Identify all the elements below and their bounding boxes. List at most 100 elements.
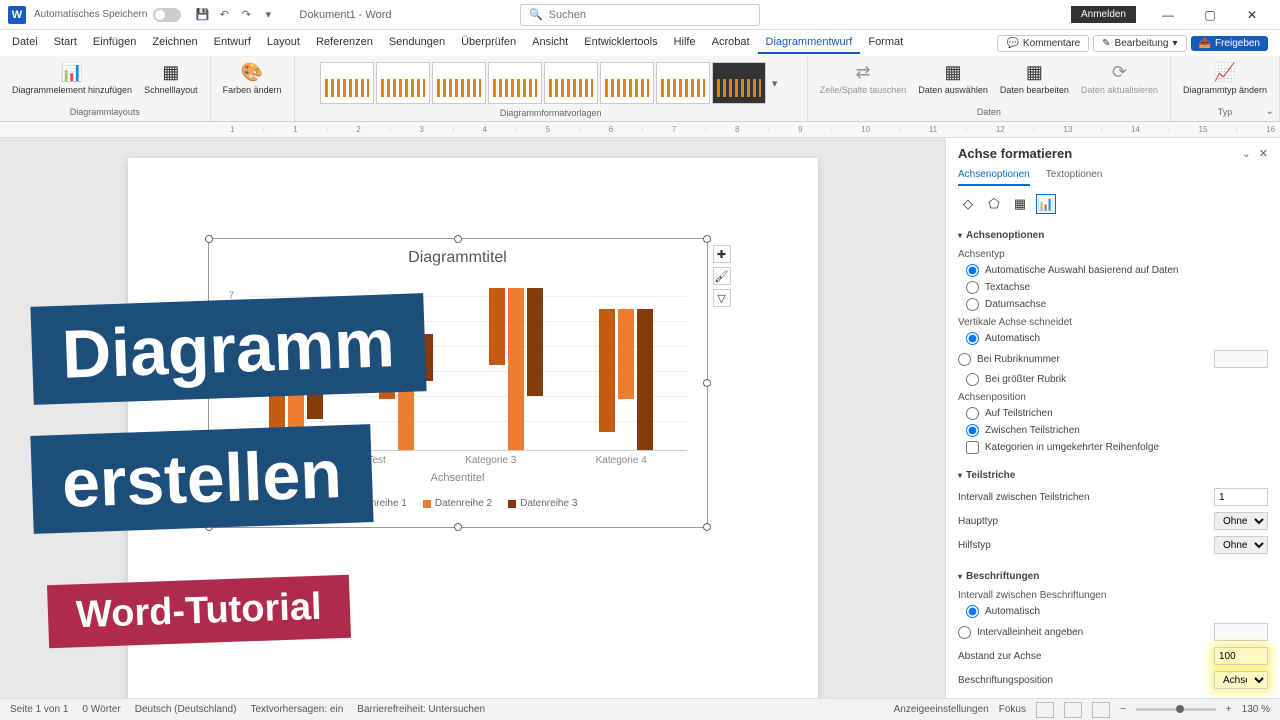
autosave-toggle[interactable] bbox=[153, 8, 181, 22]
menu-tab-entwurf[interactable]: Entwurf bbox=[206, 32, 259, 54]
select-data-button[interactable]: ▦Daten auswählen bbox=[914, 58, 992, 98]
gallery-more-icon[interactable]: ▾ bbox=[768, 77, 782, 90]
resize-handle[interactable] bbox=[454, 235, 462, 243]
search-input[interactable] bbox=[549, 9, 751, 21]
signin-button[interactable]: Anmelden bbox=[1071, 6, 1136, 23]
resize-handle[interactable] bbox=[205, 235, 213, 243]
section-labels[interactable]: Beschriftungen bbox=[958, 567, 1268, 586]
menu-tab-acrobat[interactable]: Acrobat bbox=[704, 32, 758, 54]
radio-auto-data[interactable] bbox=[966, 264, 979, 277]
input-label-unit[interactable] bbox=[1214, 623, 1268, 641]
focus-mode[interactable]: Fokus bbox=[999, 704, 1026, 715]
close-icon[interactable]: ✕ bbox=[1232, 1, 1272, 29]
x-axis-labels[interactable]: TestKategorie 3Kategorie 4 bbox=[249, 455, 687, 466]
menu-tab-entwicklertools[interactable]: Entwicklertools bbox=[576, 32, 665, 54]
section-ticks[interactable]: Teilstriche bbox=[958, 466, 1268, 485]
menu-tab-ansicht[interactable]: Ansicht bbox=[524, 32, 576, 54]
ruler[interactable]: 1·1·2·3·4·5·6·7·8·9·10·11·12·13·14·15·16 bbox=[0, 122, 1280, 138]
radio-cross-max[interactable] bbox=[966, 373, 979, 386]
resize-handle[interactable] bbox=[703, 523, 711, 531]
chart-filters-icon[interactable]: ▽ bbox=[713, 289, 731, 307]
zoom-in-icon[interactable]: + bbox=[1226, 704, 1232, 715]
status-page[interactable]: Seite 1 von 1 bbox=[10, 704, 68, 715]
radio-cross-auto[interactable] bbox=[966, 332, 979, 345]
change-colors-button[interactable]: 🎨Farben ändern bbox=[219, 58, 286, 98]
chart-title[interactable]: Diagrammtitel bbox=[209, 239, 707, 271]
comments-button[interactable]: 💬 Kommentare bbox=[997, 35, 1089, 52]
chart-plot-area[interactable]: fgdsgf 7 6 bbox=[249, 271, 687, 451]
switch-row-column-button[interactable]: ⇄Zeile/Spalte tauschen bbox=[816, 58, 911, 98]
chart-legend[interactable]: Datenreihe 1Datenreihe 2Datenreihe 3 bbox=[209, 498, 707, 509]
menu-tab-einfügen[interactable]: Einfügen bbox=[85, 32, 144, 54]
resize-handle[interactable] bbox=[703, 379, 711, 387]
radio-label-specify[interactable] bbox=[958, 626, 971, 639]
input-tick-interval[interactable] bbox=[1214, 488, 1268, 506]
radio-label-auto[interactable] bbox=[966, 605, 979, 618]
status-predictions[interactable]: Textvorhersagen: ein bbox=[250, 704, 343, 715]
radio-cross-category[interactable] bbox=[958, 353, 971, 366]
resize-handle[interactable] bbox=[205, 523, 213, 531]
effects-icon[interactable]: ⬠ bbox=[984, 194, 1004, 214]
select-label-position[interactable]: Achsennah bbox=[1214, 671, 1268, 689]
search-box[interactable]: 🔍 bbox=[520, 4, 760, 26]
radio-date-axis[interactable] bbox=[966, 298, 979, 311]
menu-tab-start[interactable]: Start bbox=[46, 32, 85, 54]
radio-between-ticks[interactable] bbox=[966, 424, 979, 437]
menu-tab-überprüfen[interactable]: Überprüfen bbox=[453, 32, 524, 54]
fill-line-icon[interactable]: ◇ bbox=[958, 194, 978, 214]
input-distance-to-axis[interactable] bbox=[1214, 647, 1268, 665]
chart-style-thumb[interactable] bbox=[712, 62, 766, 104]
status-accessibility[interactable]: Barrierefreiheit: Untersuchen bbox=[357, 704, 485, 715]
size-props-icon[interactable]: ▦ bbox=[1010, 194, 1030, 214]
select-major-type[interactable]: Ohne bbox=[1214, 512, 1268, 530]
maximize-icon[interactable]: ▢ bbox=[1190, 1, 1230, 29]
chart-style-thumb[interactable] bbox=[544, 62, 598, 104]
input-category-number[interactable] bbox=[1214, 350, 1268, 368]
chart-elements-icon[interactable]: ✚ bbox=[713, 245, 731, 263]
edit-data-button[interactable]: ▦Daten bearbeiten bbox=[996, 58, 1073, 98]
status-words[interactable]: 0 Wörter bbox=[82, 704, 120, 715]
change-chart-type-button[interactable]: 📈Diagrammtyp ändern bbox=[1179, 58, 1271, 98]
collapse-ribbon-icon[interactable]: ⌄ bbox=[1266, 106, 1274, 117]
resize-handle[interactable] bbox=[205, 379, 213, 387]
add-chart-element-button[interactable]: 📊Diagrammelement hinzufügen bbox=[8, 58, 136, 98]
chart-styles-icon[interactable]: 🖌 bbox=[713, 267, 731, 285]
refresh-data-button[interactable]: ⟳Daten aktualisieren bbox=[1077, 58, 1162, 98]
share-button[interactable]: 📤 Freigeben bbox=[1191, 36, 1268, 51]
zoom-level[interactable]: 130 % bbox=[1242, 704, 1270, 715]
menu-tab-layout[interactable]: Layout bbox=[259, 32, 308, 54]
editing-mode-button[interactable]: ✎ Bearbeitung ▾ bbox=[1093, 35, 1186, 52]
menu-tab-sendungen[interactable]: Sendungen bbox=[381, 32, 453, 54]
redo-icon[interactable]: ↷ bbox=[238, 7, 254, 23]
status-language[interactable]: Deutsch (Deutschland) bbox=[135, 704, 237, 715]
resize-handle[interactable] bbox=[454, 523, 462, 531]
y-axis-label[interactable]: fgdsgf bbox=[223, 352, 234, 379]
view-read-icon[interactable] bbox=[1036, 702, 1054, 718]
chart-style-thumb[interactable] bbox=[600, 62, 654, 104]
menu-tab-referenzen[interactable]: Referenzen bbox=[308, 32, 381, 54]
qat-dropdown-icon[interactable]: ▾ bbox=[260, 7, 276, 23]
panel-close-icon[interactable]: ✕ bbox=[1259, 147, 1268, 160]
resize-handle[interactable] bbox=[703, 235, 711, 243]
menu-tab-zeichnen[interactable]: Zeichnen bbox=[144, 32, 205, 54]
chart-style-gallery[interactable]: ▾ bbox=[316, 58, 786, 108]
menu-tab-format[interactable]: Format bbox=[860, 32, 911, 54]
chart-style-thumb[interactable] bbox=[376, 62, 430, 104]
zoom-out-icon[interactable]: − bbox=[1120, 704, 1126, 715]
zoom-slider[interactable] bbox=[1136, 708, 1216, 711]
chart-style-thumb[interactable] bbox=[488, 62, 542, 104]
undo-icon[interactable]: ↶ bbox=[216, 7, 232, 23]
checkbox-reverse-categories[interactable] bbox=[966, 441, 979, 454]
x-axis-title[interactable]: Achsentitel bbox=[209, 472, 707, 484]
view-print-icon[interactable] bbox=[1064, 702, 1082, 718]
chart-object[interactable]: ✚ 🖌 ▽ Diagrammtitel fgdsgf 7 6 bbox=[208, 238, 708, 528]
view-web-icon[interactable] bbox=[1092, 702, 1110, 718]
display-settings[interactable]: Anzeigeeinstellungen bbox=[894, 704, 989, 715]
save-icon[interactable]: 💾 bbox=[194, 7, 210, 23]
radio-text-axis[interactable] bbox=[966, 281, 979, 294]
section-axis-options[interactable]: Achsenoptionen bbox=[958, 226, 1268, 245]
quick-layout-button[interactable]: ▦Schnelllayout bbox=[140, 58, 202, 98]
chart-style-thumb[interactable] bbox=[432, 62, 486, 104]
radio-on-ticks[interactable] bbox=[966, 407, 979, 420]
panel-dropdown-icon[interactable]: ⌄ bbox=[1242, 147, 1251, 160]
